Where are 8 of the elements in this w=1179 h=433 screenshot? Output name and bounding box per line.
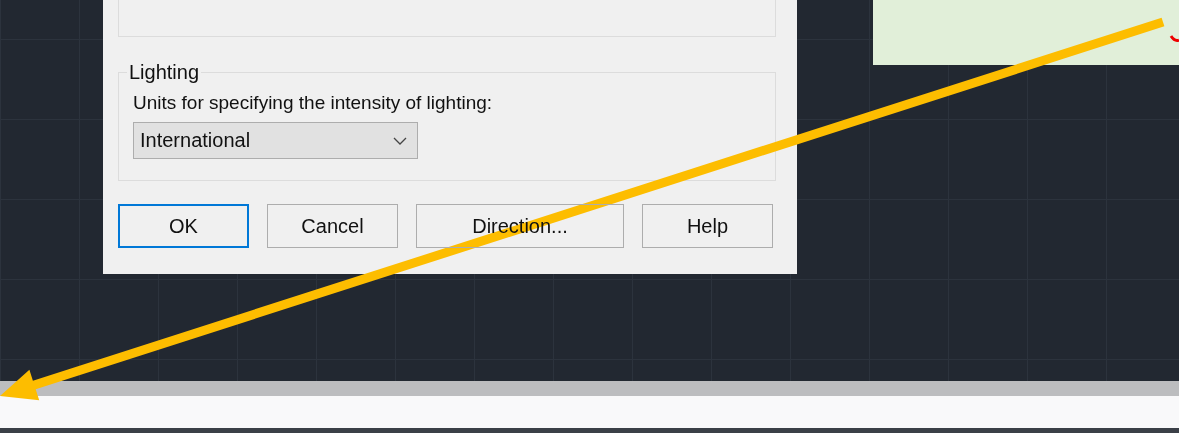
dialog-button[interactable]: Cancel — [267, 204, 398, 248]
pen-stroke — [1169, 35, 1179, 42]
group-title: Lighting — [128, 61, 201, 84]
units-dropdown[interactable]: International — [133, 122, 418, 159]
dialog-button[interactable]: OK — [118, 204, 249, 248]
chevron-down-icon — [393, 136, 407, 145]
dialog-button[interactable]: Help — [642, 204, 773, 248]
field-label: Units for specifying the intensity of lighting: — [133, 92, 494, 114]
